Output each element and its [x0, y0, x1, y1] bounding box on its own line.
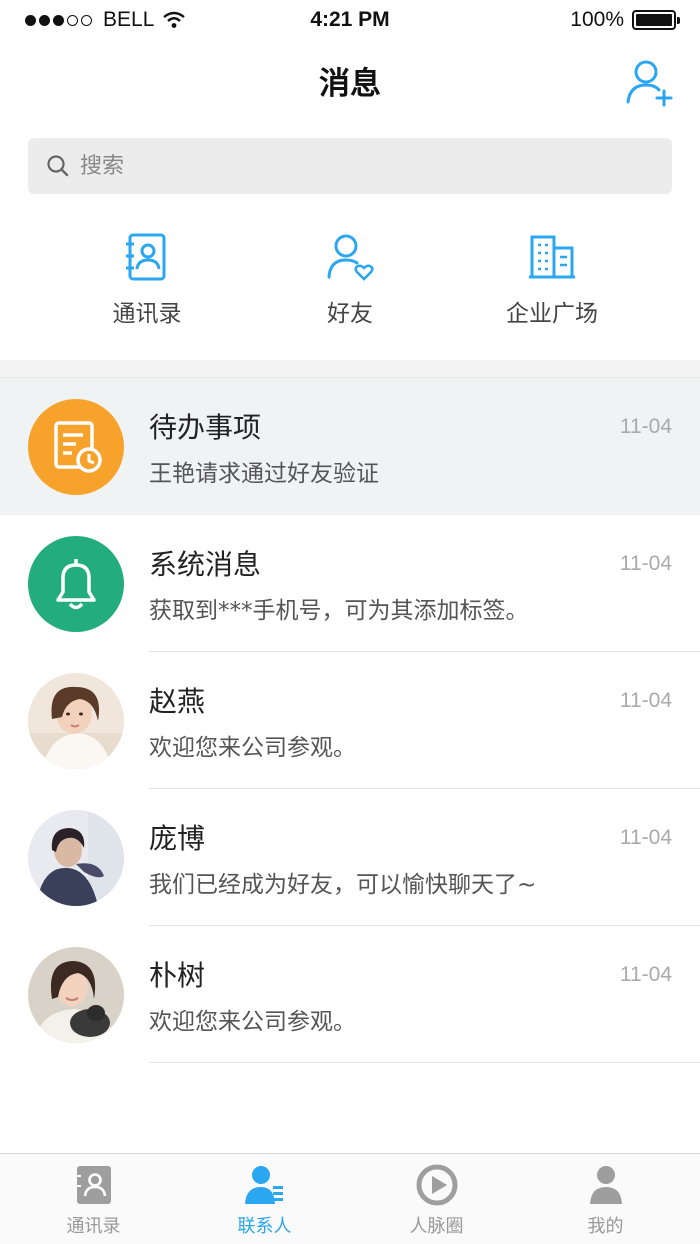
conversation-title: 朴树 — [149, 959, 206, 992]
shortcut-address-book[interactable]: 通讯录 — [47, 232, 247, 328]
add-user-icon[interactable] — [624, 58, 676, 108]
conversation-preview: 获取到***手机号，可为其添加标签。 — [149, 598, 529, 624]
status-bar: BELL 4:21 PM 100% — [0, 0, 700, 40]
tab-me[interactable]: 我的 — [518, 1164, 693, 1238]
address-book-icon — [126, 233, 166, 281]
section-divider — [0, 360, 700, 378]
conversation-preview: 王艳请求通过好友验证 — [149, 461, 379, 487]
profile-icon — [589, 1166, 622, 1204]
conversation-system[interactable]: 系统消息 获取到***手机号，可为其添加标签。 11-04 — [0, 515, 700, 652]
conversation-preview: 欢迎您来公司参观。 — [149, 1009, 356, 1035]
conversation-time: 11-04 — [619, 415, 672, 438]
tab-contacts[interactable]: 联系人 — [177, 1164, 352, 1238]
tab-label: 人脉圈 — [409, 1216, 464, 1237]
todo-avatar — [28, 399, 124, 495]
building-icon — [529, 235, 575, 279]
search-icon — [47, 155, 69, 177]
conversation-pu-shu[interactable]: 朴树 欢迎您来公司参观。 11-04 — [0, 926, 700, 1063]
shortcut-label: 好友 — [327, 301, 373, 327]
shortcut-label: 通讯录 — [112, 301, 182, 327]
battery-percent: 100% — [570, 8, 624, 31]
conversation-preview: 我们已经成为好友，可以愉快聊天了~ — [149, 872, 537, 898]
conversation-zhao-yan[interactable]: 赵燕 欢迎您来公司参观。 11-04 — [0, 652, 700, 789]
conversation-todo[interactable]: 待办事项 王艳请求通过好友验证 11-04 — [0, 378, 700, 515]
friend-icon — [327, 234, 374, 281]
system-avatar — [28, 536, 124, 632]
tab-bar: 通讯录 联系人 人脉圈 我的 — [0, 1153, 700, 1244]
tab-label: 我的 — [587, 1216, 624, 1237]
bell-icon — [56, 559, 96, 610]
conversation-title: 庞博 — [149, 822, 206, 855]
shortcut-enterprise-square[interactable]: 企业广场 — [452, 232, 652, 328]
search-bar[interactable] — [28, 138, 672, 194]
user-avatar — [28, 947, 124, 1043]
user-avatar — [28, 810, 124, 906]
conversation-title: 系统消息 — [149, 548, 262, 581]
conversation-title: 赵燕 — [149, 685, 206, 718]
conversation-preview: 欢迎您来公司参观。 — [149, 735, 356, 761]
user-avatar — [28, 673, 124, 769]
status-right: 100% — [570, 8, 680, 32]
conversation-time: 11-04 — [619, 689, 672, 712]
page-title: 消息 — [319, 66, 381, 102]
search-input[interactable] — [80, 153, 620, 179]
conversation-pang-bo[interactable]: 庞博 我们已经成为好友，可以愉快聊天了~ 11-04 — [0, 789, 700, 926]
battery-icon — [632, 10, 680, 30]
shortcut-label: 企业广场 — [506, 301, 598, 327]
shortcut-friends[interactable]: 好友 — [250, 232, 450, 328]
tab-address-book[interactable]: 通讯录 — [6, 1164, 181, 1238]
tab-label: 通讯录 — [66, 1216, 121, 1237]
todo-icon — [54, 421, 102, 473]
conversation-title: 待办事项 — [149, 411, 262, 444]
circle-play-icon — [416, 1164, 457, 1206]
tab-network-circle[interactable]: 人脉圈 — [349, 1164, 524, 1238]
conversation-time: 11-04 — [619, 552, 672, 575]
conversation-time: 11-04 — [619, 963, 672, 986]
row-divider — [149, 1062, 700, 1063]
conversation-time: 11-04 — [619, 826, 672, 849]
tab-label: 联系人 — [237, 1216, 292, 1237]
contacts-book-icon — [74, 1166, 111, 1204]
person-list-icon — [244, 1166, 283, 1204]
